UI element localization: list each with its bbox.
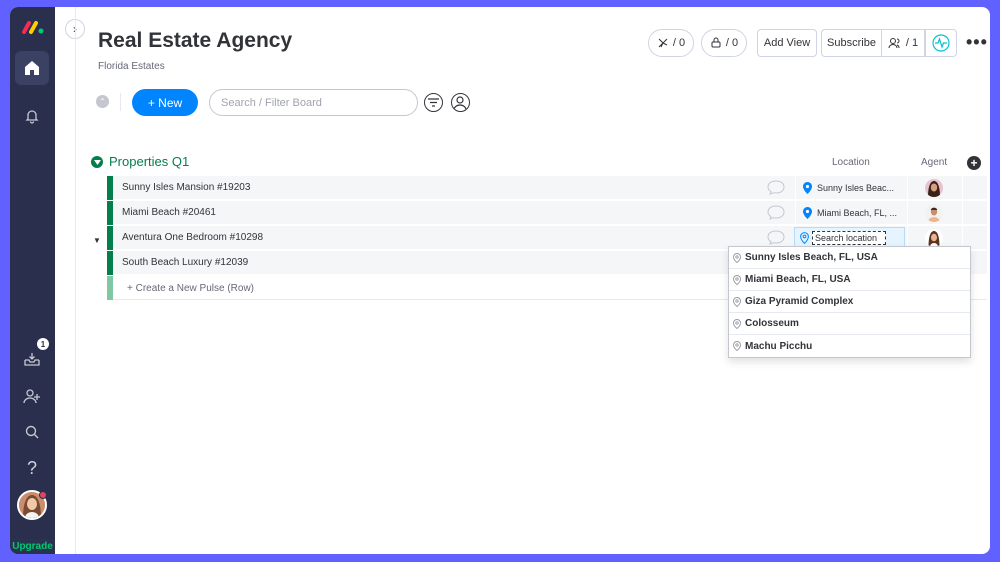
location-value: Sunny Isles Beac... bbox=[817, 183, 895, 193]
agent-avatar[interactable] bbox=[925, 179, 943, 197]
subscribe-button[interactable]: Subscribe bbox=[821, 29, 881, 57]
group-color-bar bbox=[107, 176, 113, 200]
item-name[interactable]: Miami Beach #20461 bbox=[122, 207, 216, 218]
group-color-bar bbox=[107, 226, 113, 250]
board-title[interactable]: Real Estate Agency bbox=[98, 29, 292, 53]
people-icon bbox=[888, 38, 900, 49]
status-dot bbox=[39, 491, 47, 499]
comment-bubble-icon[interactable] bbox=[767, 230, 785, 245]
activity-pulse-icon bbox=[932, 34, 950, 52]
location-option[interactable]: Giza Pyramid Complex bbox=[729, 291, 970, 313]
location-editor[interactable] bbox=[794, 227, 905, 248]
location-option-label: Miami Beach, FL, USA bbox=[745, 274, 851, 285]
person-filter-icon[interactable] bbox=[451, 93, 470, 112]
location-suggestions-dropdown: Sunny Isles Beach, FL, USA Miami Beach, … bbox=[728, 246, 971, 358]
group-collapse-icon[interactable] bbox=[91, 156, 103, 168]
board-search-input[interactable] bbox=[209, 89, 418, 116]
group-color-bar bbox=[107, 251, 113, 275]
new-item-button[interactable]: + New bbox=[132, 89, 198, 116]
location-value: Miami Beach, FL, ... bbox=[817, 208, 898, 218]
location-pin-outline-icon bbox=[733, 296, 741, 307]
location-option-label: Colosseum bbox=[745, 318, 799, 329]
column-header-location[interactable]: Location bbox=[832, 157, 870, 168]
monday-logo[interactable] bbox=[21, 19, 45, 35]
location-option[interactable]: Machu Picchu bbox=[729, 335, 970, 357]
people-count: / 1 bbox=[905, 37, 919, 49]
item-name[interactable]: Sunny Isles Mansion #19203 bbox=[122, 182, 250, 193]
filter-icon[interactable] bbox=[424, 93, 443, 112]
location-cell[interactable]: Sunny Isles Beac... bbox=[799, 176, 906, 200]
board-members-button[interactable]: / 1 bbox=[881, 29, 925, 57]
more-options-icon[interactable]: ••• bbox=[966, 33, 988, 51]
group-color-bar bbox=[107, 201, 113, 225]
add-column-icon[interactable]: + bbox=[967, 156, 981, 170]
location-pin-icon bbox=[803, 207, 812, 219]
location-option-label: Giza Pyramid Complex bbox=[745, 296, 854, 307]
invite-members-icon[interactable] bbox=[15, 379, 49, 413]
location-search-input[interactable] bbox=[812, 231, 886, 245]
location-pin-icon bbox=[803, 182, 812, 194]
activity-button[interactable] bbox=[925, 29, 957, 57]
automations-icon bbox=[658, 38, 668, 48]
integrations-button[interactable]: / 0 bbox=[701, 29, 747, 57]
upgrade-button[interactable]: Upgrade bbox=[10, 539, 55, 554]
cell-divider bbox=[962, 201, 963, 225]
column-header-agent[interactable]: Agent bbox=[921, 157, 947, 168]
location-pin-outline-icon bbox=[733, 252, 741, 263]
location-option[interactable]: Miami Beach, FL, USA bbox=[729, 269, 970, 291]
cell-divider bbox=[795, 201, 796, 225]
location-pin-outline-icon bbox=[733, 341, 741, 351]
help-icon[interactable]: ? bbox=[15, 451, 49, 485]
panel-divider bbox=[75, 7, 76, 554]
group-title[interactable]: Properties Q1 bbox=[109, 154, 189, 169]
cell-divider bbox=[962, 176, 963, 200]
comment-bubble-icon[interactable] bbox=[767, 205, 785, 220]
item-name[interactable]: South Beach Luxury #12039 bbox=[122, 257, 248, 268]
item-name[interactable]: Aventura One Bedroom #10298 bbox=[122, 232, 263, 243]
row-expand-icon[interactable]: ▼ bbox=[93, 236, 101, 245]
create-item-label[interactable]: + Create a New Pulse (Row) bbox=[127, 283, 254, 294]
integrations-count: / 0 bbox=[725, 37, 739, 49]
app-window: 1 ? Upgrade › Real Estate Agency Florida… bbox=[10, 7, 990, 554]
collapse-groups-icon[interactable]: ⌃ bbox=[96, 95, 109, 108]
add-view-button[interactable]: Add View bbox=[757, 29, 817, 57]
location-option[interactable]: Colosseum bbox=[729, 313, 970, 335]
cell-divider bbox=[907, 176, 908, 200]
location-pin-outline-icon bbox=[800, 232, 809, 244]
agent-avatar[interactable] bbox=[925, 204, 943, 222]
home-icon[interactable] bbox=[15, 51, 49, 85]
table-row[interactable]: Miami Beach #20461 Miami Beach, FL, ... bbox=[107, 201, 987, 225]
agent-avatar[interactable] bbox=[925, 229, 943, 247]
group-color-bar bbox=[107, 276, 113, 300]
cell-divider bbox=[795, 176, 796, 200]
toolbar-divider bbox=[120, 93, 121, 111]
notifications-bell-icon[interactable] bbox=[15, 99, 49, 133]
automations-count: / 0 bbox=[672, 37, 686, 49]
location-option[interactable]: Sunny Isles Beach, FL, USA bbox=[729, 247, 970, 269]
left-nav: 1 ? Upgrade bbox=[10, 7, 55, 554]
search-icon[interactable] bbox=[15, 415, 49, 449]
location-cell[interactable]: Miami Beach, FL, ... bbox=[799, 201, 906, 225]
table-row[interactable]: Sunny Isles Mansion #19203 Sunny Isles B… bbox=[107, 176, 987, 200]
location-option-label: Sunny Isles Beach, FL, USA bbox=[745, 252, 878, 263]
board-description[interactable]: Florida Estates bbox=[98, 61, 165, 72]
comment-bubble-icon[interactable] bbox=[767, 180, 785, 195]
automations-button[interactable]: / 0 bbox=[648, 29, 694, 57]
inbox-badge: 1 bbox=[37, 338, 49, 350]
location-option-label: Machu Picchu bbox=[745, 340, 813, 352]
cell-divider bbox=[907, 201, 908, 225]
location-pin-outline-icon bbox=[733, 318, 741, 329]
integrations-icon bbox=[711, 37, 721, 48]
location-pin-outline-icon bbox=[733, 274, 741, 285]
